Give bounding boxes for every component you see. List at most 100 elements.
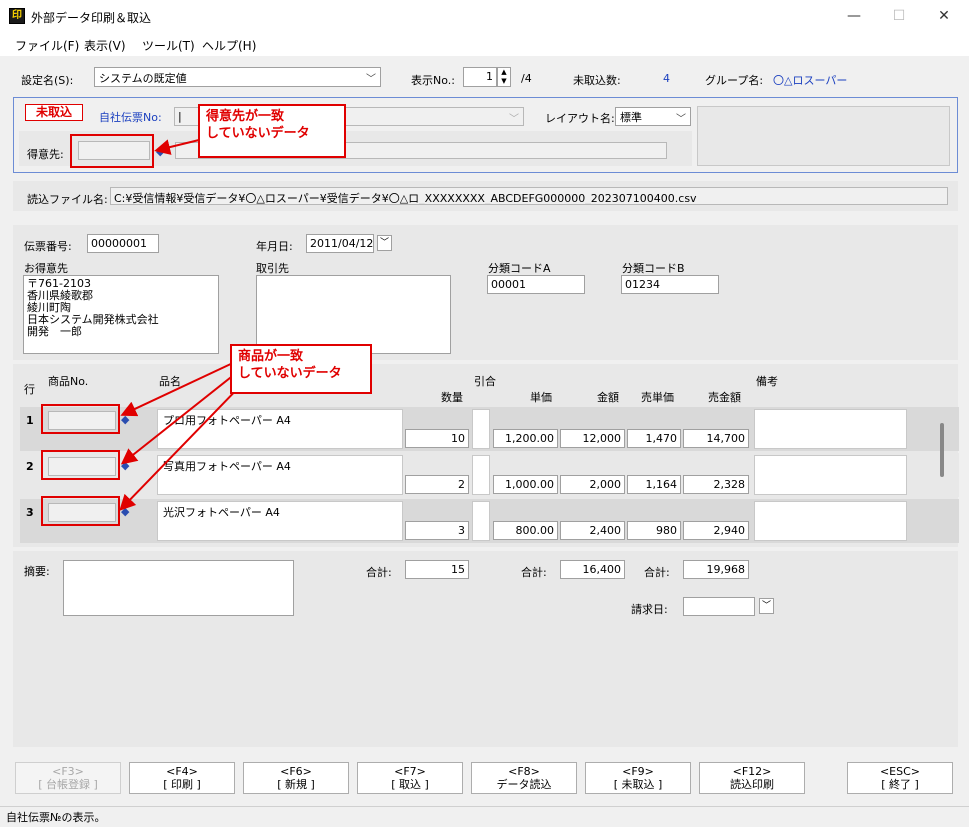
amount-total: 16,400 [560, 560, 625, 579]
lookup-icon[interactable]: ◆ [121, 414, 132, 425]
fkey-text: 読込印刷 [730, 778, 774, 791]
fkey-text: [ 新規 ] [277, 778, 315, 791]
menu-help[interactable]: ヘルプ(H) [202, 37, 256, 54]
product-mismatch-highlight [41, 496, 120, 526]
menu-view[interactable]: 表示(V) [84, 37, 126, 54]
f7-import-button[interactable]: <F7>[ 取込 ] [357, 762, 463, 794]
fkey-label: <ESC> [879, 765, 921, 778]
esc-exit-button[interactable]: <ESC>[ 終了 ] [847, 762, 953, 794]
classB-input[interactable]: 01234 [621, 275, 719, 294]
group-value: 〇△ロスーパー [773, 74, 848, 87]
lookup-icon[interactable]: ◆ [156, 146, 167, 157]
product-name[interactable]: 光沢フォトペーパー A4 [157, 501, 403, 541]
sell-price-cell[interactable]: 1,164 [627, 475, 681, 494]
note-cell[interactable] [754, 409, 907, 449]
row-number: 3 [26, 506, 34, 519]
pending-count: 4 [663, 72, 670, 85]
supplier-box[interactable] [256, 275, 451, 354]
fkey-text: [ 未取込 ] [613, 778, 663, 791]
product-mismatch-highlight [41, 450, 120, 480]
display-number-input[interactable]: 1 [463, 67, 497, 87]
f4-print-button[interactable]: <F4>[ 印刷 ] [129, 762, 235, 794]
window-title: 外部データ印刷＆取込 [31, 11, 152, 25]
menu-tools[interactable]: ツール(T) [142, 37, 195, 54]
amount-cell[interactable]: 2,000 [560, 475, 625, 494]
row-number: 1 [26, 414, 34, 427]
f3-ledger-button[interactable]: <F3>[ 台帳登録 ] [15, 762, 121, 794]
date-dropdown-icon[interactable]: ﹀ [377, 235, 392, 251]
f8-read-data-button[interactable]: <F8> データ読込 [471, 762, 577, 794]
fkey-text: [ 終了 ] [881, 778, 919, 791]
maximize-button[interactable]: ☐ [884, 4, 914, 28]
qty-cell[interactable]: 3 [405, 521, 469, 540]
col-code: 商品No. [48, 375, 89, 388]
slip-no-value: | [178, 110, 182, 123]
layout-label: レイアウト名: [545, 112, 615, 125]
lookup-icon[interactable]: ◆ [121, 506, 132, 517]
callout-line: 得意先が一致 [206, 109, 285, 124]
customer-callout: 得意先が一致 していないデータ [198, 104, 346, 158]
menu-file[interactable]: ファイル(F) [15, 37, 79, 54]
date-input[interactable]: 2011/04/12 [306, 234, 374, 253]
qty-cell[interactable]: 2 [405, 475, 469, 494]
qty-total-label: 合計: [366, 566, 392, 579]
lookup-icon[interactable]: ◆ [121, 460, 132, 471]
fkey-text: [ 台帳登録 ] [38, 778, 98, 791]
bill-date-input[interactable] [683, 597, 755, 616]
sell-price-cell[interactable]: 1,470 [627, 429, 681, 448]
grid-scrollbar[interactable] [940, 423, 944, 477]
status-bar [0, 806, 969, 827]
setting-combo[interactable]: システムの既定値 ﹀ [94, 67, 381, 87]
discount-cell[interactable] [472, 409, 490, 449]
slip-number-input[interactable]: 00000001 [87, 234, 159, 253]
display-spinner[interactable]: ▲ ▼ [497, 67, 511, 87]
note-cell[interactable] [754, 501, 907, 541]
memo-box[interactable] [63, 560, 294, 616]
pending-label: 未取込数: [573, 74, 621, 87]
product-name[interactable]: 写真用フォトペーパー A4 [157, 455, 403, 495]
price-cell[interactable]: 1,000.00 [493, 475, 558, 494]
f9-pending-button[interactable]: <F9>[ 未取込 ] [585, 762, 691, 794]
qty-cell[interactable]: 10 [405, 429, 469, 448]
group-label: グループ名: [705, 74, 764, 87]
price-cell[interactable]: 800.00 [493, 521, 558, 540]
minimize-button[interactable]: — [839, 4, 869, 28]
sell-amount-cell[interactable]: 2,328 [683, 475, 749, 494]
callout-line: 商品が一致 [238, 349, 304, 364]
display-total: /4 [521, 72, 532, 85]
product-name[interactable]: プロ用フォトペーパー A4 [157, 409, 403, 449]
bill-date-dropdown-icon[interactable]: ﹀ [759, 598, 774, 614]
date-label: 年月日: [256, 240, 293, 253]
fkey-label: <F9> [622, 765, 654, 778]
f12-read-print-button[interactable]: <F12> 読込印刷 [699, 762, 805, 794]
pending-badge: 未取込 [25, 104, 83, 121]
slip-number-label: 伝票番号: [24, 240, 72, 253]
fkey-label: <F8> [508, 765, 540, 778]
sell-amount-cell[interactable]: 2,940 [683, 521, 749, 540]
file-path: C:¥受信情報¥受信データ¥〇△ロスーパー¥受信データ¥〇△ロ_XXXXXXXX… [110, 187, 948, 205]
classA-input[interactable]: 00001 [487, 275, 585, 294]
amount-cell[interactable]: 2,400 [560, 521, 625, 540]
note-cell[interactable] [754, 455, 907, 495]
classB-label: 分類コードB [622, 262, 685, 275]
sell-amount-cell[interactable]: 14,700 [683, 429, 749, 448]
col-price: 単価 [530, 391, 552, 404]
price-cell[interactable]: 1,200.00 [493, 429, 558, 448]
layout-combo[interactable]: 標準 ﹀ [615, 107, 691, 126]
supplier-label: 取引先 [256, 262, 289, 275]
close-button[interactable]: ✕ [929, 4, 959, 28]
fkey-text: [ 印刷 ] [163, 778, 201, 791]
customer-address-box[interactable]: 〒761-2103 香川県綾歌郡 綾川町陶 日本システム開発株式会社 開発 一郎 [23, 275, 219, 354]
col-amount: 金額 [597, 391, 619, 404]
fkey-label: <F12> [732, 765, 772, 778]
info-box [697, 106, 950, 166]
customer-block-label: お得意先 [24, 262, 68, 275]
sell-price-cell[interactable]: 980 [627, 521, 681, 540]
f6-new-button[interactable]: <F6>[ 新規 ] [243, 762, 349, 794]
col-discount: 引合 [474, 375, 496, 388]
callout-line: していないデータ [238, 366, 342, 381]
chevron-down-icon: ﹀ [366, 74, 376, 85]
amount-cell[interactable]: 12,000 [560, 429, 625, 448]
discount-cell[interactable] [472, 501, 490, 541]
discount-cell[interactable] [472, 455, 490, 495]
